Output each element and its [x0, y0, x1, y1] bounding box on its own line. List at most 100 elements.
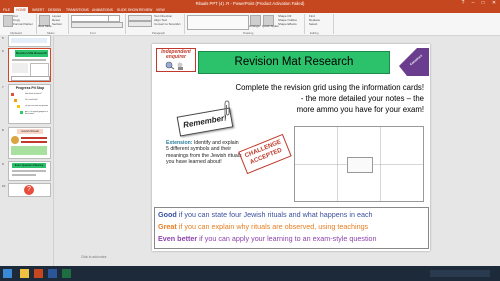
title-bar: Rituals PPT (4) .R - PowerPoint (Product…: [0, 0, 500, 14]
thumb-title: Exam Question Planning: [12, 163, 46, 168]
paperclip-icon: [224, 100, 230, 116]
criteria-great: Great if you can explain why rituals are…: [158, 222, 368, 231]
powerpoint-icon[interactable]: [34, 269, 43, 278]
window-title: Rituals PPT (4) .R - PowerPoint (Product…: [195, 1, 305, 6]
thumb-criteria-box: [11, 76, 50, 81]
format-painter-button[interactable]: Format Painter: [13, 22, 33, 27]
group-divider: [184, 14, 185, 34]
slide-thumbnail-10[interactable]: ?: [8, 183, 51, 197]
criteria-great-word: Great: [158, 222, 177, 231]
slide-number: 5: [2, 36, 4, 40]
criteria-better-text: if you can apply your learning to an exa…: [197, 234, 377, 243]
ribbon: Cut Copy Format Painter Clipboard New Sl…: [0, 13, 500, 36]
editing-group-label: Editing: [310, 31, 319, 35]
font-group-label: Font: [90, 31, 96, 35]
thumb-text-line: [21, 141, 47, 143]
slide-thumbnail-5[interactable]: [8, 35, 51, 47]
thumb-title: Jewish Rituals: [17, 129, 43, 134]
word-icon[interactable]: [48, 269, 57, 278]
close-button[interactable]: ✕: [489, 0, 499, 7]
grid-centre-box: [347, 157, 373, 173]
extension-label: Extension:: [166, 140, 193, 146]
group-divider: [333, 14, 334, 34]
instruction-line-2: - the more detailed your notes – the: [300, 94, 424, 103]
criteria-good-word: Good: [158, 210, 177, 219]
independent-enquirer-badge: Independent enquirer: [156, 48, 196, 72]
magnifier-icon: [165, 61, 183, 70]
thumb-title: Progress Pit Stop: [15, 86, 45, 90]
shapes-gallery[interactable]: [187, 15, 249, 30]
slide-number: 10: [2, 184, 6, 188]
slide-number: 6: [2, 49, 4, 53]
extension-text: Extension: Identify and explain 5 differ…: [166, 140, 242, 166]
thumb-text-line: [12, 174, 36, 176]
taskbar: [0, 266, 500, 281]
success-criteria-box: Good if you can state four Jewish ritual…: [154, 207, 429, 249]
thumb-step-yellow: [17, 105, 20, 108]
notes-pane[interactable]: Click to add notes: [55, 252, 495, 264]
criteria-good: Good if you can state four Jewish ritual…: [158, 210, 373, 219]
thumb-line: Do you not have any questions?: [25, 105, 48, 107]
thumb-text-block: [12, 63, 28, 73]
font-name-box[interactable]: [71, 15, 109, 22]
revision-grid-image: [294, 126, 424, 202]
quick-styles-button[interactable]: Quick Styles: [262, 24, 279, 29]
instruction-line-3: more ammo you have for your exam!: [296, 105, 424, 114]
slide-number: 8: [2, 128, 4, 132]
shape-effects-button[interactable]: Shape Effects: [278, 22, 297, 27]
group-divider: [304, 14, 305, 34]
arrange-button[interactable]: Arrange: [249, 24, 260, 29]
drawing-group-label: Drawing: [243, 31, 254, 35]
help-button[interactable]: ?: [458, 0, 468, 7]
minimize-button[interactable]: –: [468, 0, 478, 7]
title-banner: Revision Mat Research: [198, 51, 390, 74]
slide-thumbnail-8[interactable]: Jewish Rituals: [8, 127, 51, 159]
thumb-line: Do I need help?: [25, 99, 38, 101]
criteria-even-better: Even better if you can apply your learni…: [158, 234, 377, 243]
font-format-buttons[interactable]: [71, 22, 123, 28]
paste-icon[interactable]: [3, 15, 13, 27]
slide-number: 9: [2, 162, 4, 166]
thumb-step-red: [11, 93, 14, 96]
section-button[interactable]: Section: [52, 22, 62, 27]
thumb-step-green: [20, 111, 23, 114]
slide-thumbnail-9[interactable]: Exam Question Planning: [8, 161, 51, 181]
challenge-accepted-stamp: CHALLENGE ACCEPTED: [238, 133, 292, 175]
slide-canvas[interactable]: Independent enquirer Revision Mat Resear…: [152, 44, 430, 251]
group-divider: [125, 14, 126, 34]
quick-access-toolbar[interactable]: [3, 1, 27, 14]
thumb-step-orange: [14, 99, 17, 102]
thumb-grid: [30, 63, 49, 77]
question-mark-icon: ?: [24, 185, 34, 195]
slide-number: 7: [2, 85, 4, 89]
start-icon[interactable]: [3, 269, 12, 278]
system-tray[interactable]: [430, 270, 490, 277]
thumb-text-line: [21, 137, 47, 139]
font-size-box[interactable]: [108, 15, 120, 22]
thumb-line: Are YOU making progress in this lesson?: [25, 111, 48, 116]
align-buttons[interactable]: [128, 21, 152, 27]
instruction-line-1: Complete the revision grid using the inf…: [235, 83, 424, 92]
group-divider: [36, 14, 37, 34]
criteria-better-word: Even better: [158, 234, 198, 243]
excel-icon[interactable]: [62, 269, 71, 278]
criteria-great-text: if you can explain why rituals are obser…: [176, 222, 369, 231]
thumb-text-line: [12, 170, 46, 172]
slide-thumbnail-7[interactable]: Progress Pit Stop How have we learnt? Do…: [8, 84, 51, 124]
convert-smartart-button[interactable]: Convert to SmartArt: [154, 22, 181, 27]
thumb-text-line: [12, 59, 46, 61]
thumb-title: Revision Mat Research: [15, 50, 48, 57]
thumb-content: [11, 38, 47, 43]
slide-title: Revision Mat Research: [234, 56, 354, 68]
group-divider: [68, 14, 69, 34]
maximize-button[interactable]: □: [478, 0, 488, 7]
slide-thumbnail-6[interactable]: Revision Mat Research: [8, 48, 51, 82]
thumb-line: How have we learnt?: [25, 93, 42, 95]
paragraph-group-label: Paragraph: [152, 31, 166, 35]
explorer-icon[interactable]: [20, 269, 29, 278]
slide-thumbnails-panel: 5 6 Revision Mat Research 7 Progress Pit…: [0, 35, 54, 281]
select-button[interactable]: Select: [309, 22, 317, 27]
thumb-green-box: [11, 146, 47, 155]
new-slide-button[interactable]: New Slide: [38, 24, 52, 29]
thumb-image: [11, 136, 19, 144]
